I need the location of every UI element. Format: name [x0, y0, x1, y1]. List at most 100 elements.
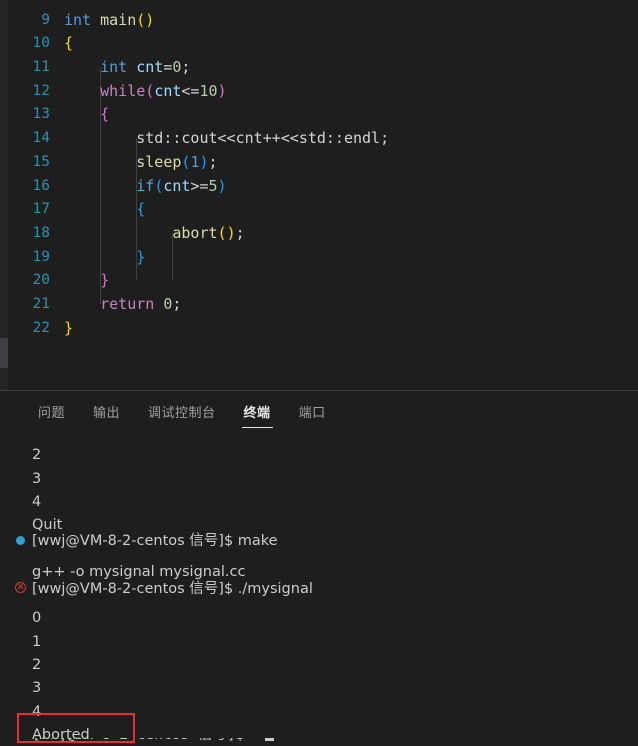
panel-tab-1[interactable]: 输出	[79, 391, 134, 436]
error-circle-x-icon	[14, 581, 26, 593]
code-token: ++	[262, 129, 281, 148]
code-line: 9 int main()	[8, 9, 638, 33]
code-line: 21 return 0;	[8, 293, 638, 317]
code-token: }	[136, 247, 146, 266]
code-line: 11 int cnt=0;	[8, 56, 638, 80]
line-number: 20	[32, 272, 50, 289]
line-number: 8	[8, 0, 64, 9]
code-token: main	[100, 10, 137, 29]
code-line: 16 if(cnt>=5)	[8, 175, 638, 199]
code-token: cnt	[235, 129, 263, 148]
code-text: }	[64, 317, 73, 341]
terminal-line-gutter	[8, 552, 32, 575]
code-token: (	[145, 81, 155, 100]
terminal-output[interactable]: 2 3 4 Quit [wwj@VM-8-2-centos 信号]$ make g++ -…	[0, 436, 638, 746]
code-token: {	[64, 34, 74, 53]
code-line: 13 {	[8, 103, 638, 127]
code-token: (	[217, 223, 227, 242]
vscode-window: 89int main()10{11 int cnt=0;12 while(cnt…	[0, 0, 638, 746]
code-token: ;	[172, 294, 182, 313]
panel-tab-4[interactable]: 端口	[285, 391, 340, 436]
code-text: {	[64, 32, 73, 56]
code-text: std::cout<<cnt++<<std::endl;	[64, 127, 389, 151]
terminal-line: g++ -o mysignal mysignal.cc	[8, 552, 638, 580]
code-token: cnt	[163, 176, 191, 195]
code-token: )	[199, 152, 209, 171]
code-token: )	[145, 10, 155, 29]
code-text: abort();	[64, 222, 245, 246]
panel-tab-0[interactable]: 问题	[24, 391, 79, 436]
code-line: 19 }	[8, 246, 638, 270]
code-line: 12 while(cnt<=10)	[8, 80, 638, 104]
line-number: 15	[32, 153, 50, 170]
code-token: 10	[199, 81, 218, 100]
code-line: 15 sleep(1);	[8, 151, 638, 175]
code-token: std::cout	[136, 129, 218, 148]
code-token: while	[100, 81, 146, 100]
terminal-line-text: 4	[32, 703, 42, 720]
code-text: int cnt=0;	[64, 56, 190, 80]
code-token: std::endl	[298, 129, 381, 148]
line-number: 16	[32, 177, 50, 194]
code-editor[interactable]: 89int main() 10 {11 int cnt=0;12 while(cnt…	[0, 0, 638, 390]
code-token: (	[154, 176, 164, 195]
panel-tab-2[interactable]: 调试控制台	[134, 391, 230, 436]
terminal-line-gutter	[8, 436, 32, 459]
terminal-cut-off-row: [wwj@VM-8-2-centos 信号]$	[0, 738, 638, 746]
line-number: 14	[32, 130, 50, 147]
command-error-icon	[8, 576, 32, 599]
panel-tab-3[interactable]: 终端	[230, 391, 285, 436]
terminal-line-gutter	[8, 622, 32, 645]
code-line: 17 {	[8, 198, 638, 222]
code-token: int	[100, 58, 128, 77]
code-text: return 0;	[64, 293, 181, 317]
terminal-line-text: [wwj@VM-8-2-centos 信号]$ make	[32, 533, 278, 550]
code-token: ;	[235, 223, 245, 242]
code-token: <<	[217, 129, 236, 148]
code-token: <=	[181, 81, 200, 100]
terminal-line-text: [wwj@VM-8-2-centos 信号]$ ./mysignal	[32, 580, 313, 597]
code-line: 20 }	[8, 269, 638, 293]
code-token: 5	[208, 176, 218, 195]
code-line-partial: 8	[8, 0, 638, 9]
terminal-line-gutter	[8, 506, 32, 529]
terminal-line: [wwj@VM-8-2-centos 信号]$ ./mysignal	[8, 576, 638, 599]
terminal-line-gutter	[8, 669, 32, 692]
terminal-cursor	[265, 738, 274, 741]
code-text: }	[64, 269, 109, 293]
code-token: )	[217, 176, 227, 195]
line-number: 13	[32, 106, 50, 123]
terminal-line-gutter	[8, 692, 32, 715]
code-token: abort	[172, 223, 218, 242]
code-token: }	[64, 318, 74, 337]
success-dot-icon	[15, 536, 25, 546]
line-number: 19	[32, 248, 50, 265]
line-number: 11	[32, 59, 50, 76]
code-text: {	[64, 103, 109, 127]
terminal-line-text: 1	[32, 633, 42, 650]
code-text: int main()	[64, 9, 154, 33]
terminal-line-gutter	[8, 459, 32, 482]
line-number: 22	[32, 319, 50, 336]
code-lines: 89int main() 10 {11 int cnt=0;12 while(cnt…	[8, 0, 638, 340]
code-token: {	[100, 105, 110, 124]
code-token: {	[136, 200, 146, 219]
code-token: }	[100, 271, 110, 290]
code-line: 14 std::cout<<cnt++<<std::endl;	[8, 127, 638, 151]
terminal-line-gutter	[8, 646, 32, 669]
code-line: 10 {	[8, 32, 638, 56]
code-token: if	[136, 176, 155, 195]
terminal-line: 0	[8, 599, 638, 626]
terminal-line-text: 2	[32, 656, 42, 673]
code-token: int	[64, 10, 92, 29]
code-text: }	[64, 246, 145, 270]
line-number: 18	[32, 224, 50, 241]
terminal-line-text: 0	[32, 610, 42, 627]
terminal-line-text: 3	[32, 680, 42, 697]
terminal-line: 2	[8, 436, 638, 463]
line-number: 17	[32, 201, 50, 218]
editor-vertical-scrollbar[interactable]	[0, 338, 8, 368]
line-number: 21	[32, 295, 50, 312]
line-number: 10	[32, 35, 50, 52]
